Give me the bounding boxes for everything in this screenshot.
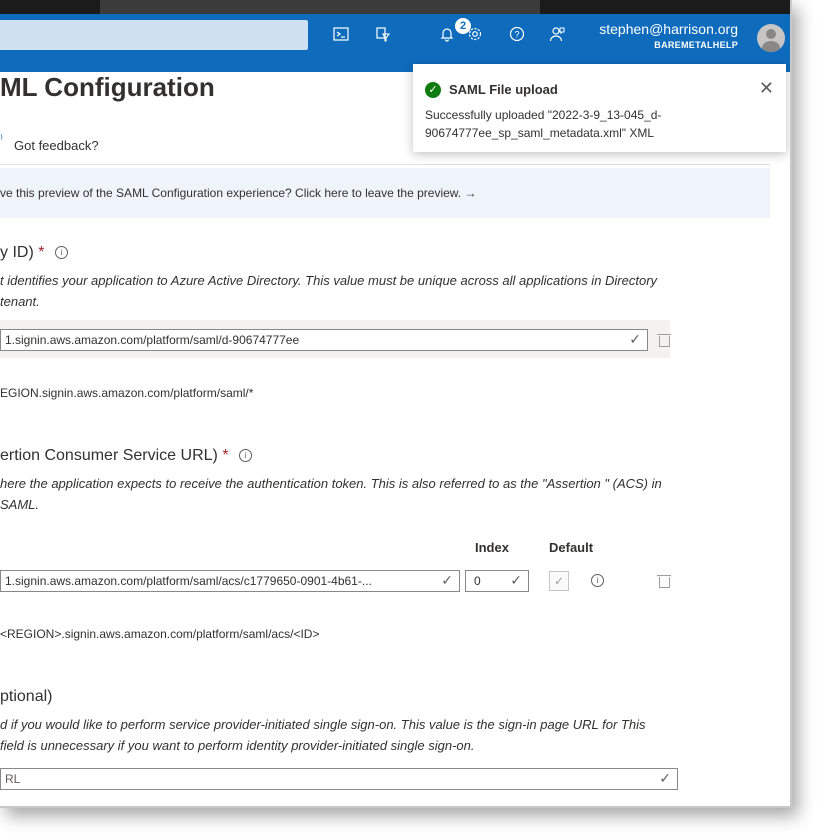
feedback-heart-icon[interactable]: ⁾ <box>0 132 3 146</box>
toast-message: Successfully uploaded "2022-3-9_13-045_d… <box>425 108 662 140</box>
reply-url-input[interactable]: 1.signin.aws.amazon.com/platform/saml/ac… <box>0 570 460 592</box>
account-menu[interactable]: stephen@harrison.org BAREMETALHELP <box>599 20 738 52</box>
check-icon: ✓ <box>659 770 671 786</box>
signon-url-input[interactable]: RL ✓ <box>0 768 678 790</box>
page-title: ML Configuration <box>0 72 215 102</box>
divider <box>0 164 770 165</box>
info-icon[interactable]: i <box>54 246 68 260</box>
screenshot-frame: 2 ? stephen@harrison.org BAREMETALHELP M… <box>0 0 792 808</box>
index-input[interactable]: 0 ✓ <box>465 570 529 592</box>
got-feedback-link[interactable]: Got feedback? <box>14 138 99 153</box>
identifier-value: 1.signin.aws.amazon.com/platform/saml/d-… <box>5 333 300 347</box>
check-icon: ✓ <box>629 331 641 347</box>
identifier-title-text: y ID) <box>0 244 34 261</box>
settings-icon[interactable] <box>464 26 486 48</box>
close-icon[interactable]: ✕ <box>759 78 774 99</box>
upload-toast: ✓ SAML File upload Successfully uploaded… <box>413 64 786 152</box>
avatar[interactable] <box>757 24 785 52</box>
delete-icon[interactable] <box>657 574 671 588</box>
reply-url-section-title: ertion Consumer Service URL) * i <box>0 447 252 465</box>
success-check-icon: ✓ <box>425 82 441 98</box>
portal-header: 2 ? stephen@harrison.org BAREMETALHELP <box>0 0 790 72</box>
user-email: stephen@harrison.org <box>599 21 738 37</box>
reply-url-value: 1.signin.aws.amazon.com/platform/saml/ac… <box>5 574 372 588</box>
feedback-person-icon[interactable] <box>546 26 568 48</box>
delete-icon[interactable] <box>657 333 671 347</box>
default-column-header: Default <box>549 540 594 555</box>
check-icon: ✓ <box>510 572 522 588</box>
directory-filter-icon[interactable] <box>372 26 394 48</box>
toast-title: SAML File upload <box>449 82 558 97</box>
index-value: 0 <box>474 574 481 588</box>
info-icon[interactable]: i <box>591 574 604 587</box>
identifier-pattern: EGION.signin.aws.amazon.com/platform/sam… <box>0 386 254 400</box>
info-icon[interactable]: i <box>239 449 252 463</box>
signon-url-description: d if you would like to perform service p… <box>0 717 646 753</box>
preview-banner-text[interactable]: ve this preview of the SAML Configuratio… <box>0 186 476 200</box>
tenant-name: BAREMETALHELP <box>654 40 738 50</box>
reply-url-description: here the application expects to receive … <box>0 476 662 512</box>
default-checkbox[interactable]: ✓ <box>549 571 569 591</box>
required-mark: * <box>38 244 45 261</box>
reply-url-pattern: <REGION>.signin.aws.amazon.com/platform/… <box>0 627 320 641</box>
identifier-description: t identifies your application to Azure A… <box>0 273 658 309</box>
browser-tab[interactable] <box>100 0 540 14</box>
check-icon: ✓ <box>441 572 453 588</box>
preview-banner[interactable]: ve this preview of the SAML Configuratio… <box>0 168 770 218</box>
index-column-header: Index <box>475 540 509 555</box>
identifier-section-title: y ID) * i <box>0 244 68 262</box>
notifications-icon[interactable] <box>436 26 458 48</box>
search-input[interactable] <box>0 20 308 50</box>
signon-url-placeholder: RL <box>5 772 21 786</box>
identifier-input[interactable]: 1.signin.aws.amazon.com/platform/saml/d-… <box>0 329 648 351</box>
signon-url-section-title: ptional) <box>0 688 53 705</box>
svg-text:?: ? <box>514 30 519 40</box>
cloud-shell-icon[interactable] <box>330 26 352 48</box>
help-icon[interactable]: ? <box>506 26 528 48</box>
reply-url-title-text: ertion Consumer Service URL) <box>0 447 218 464</box>
browser-tab-strip <box>0 0 790 14</box>
required-mark: * <box>222 447 229 464</box>
